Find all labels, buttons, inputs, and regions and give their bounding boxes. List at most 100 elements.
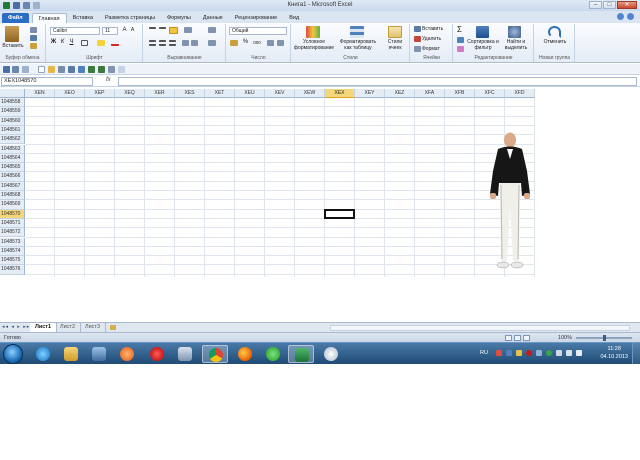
sort-filter-icon[interactable] — [476, 26, 489, 38]
column-header[interactable]: XEN — [25, 89, 55, 98]
customize-toolbar-icon[interactable] — [118, 66, 125, 73]
close-button[interactable]: ✕ — [617, 1, 637, 9]
formula-input[interactable] — [118, 77, 637, 86]
row-header[interactable]: 1048560 — [0, 116, 25, 126]
open-folder-icon[interactable] — [48, 66, 55, 73]
row-header[interactable]: 1048572 — [0, 228, 25, 238]
zoom-level[interactable]: 100% — [558, 335, 572, 341]
maximize-button[interactable]: □ — [603, 1, 616, 9]
taskbar-media-player[interactable] — [114, 345, 140, 363]
orientation-icon[interactable] — [184, 27, 192, 33]
column-header[interactable]: XEX — [325, 89, 355, 98]
sort-descending-icon[interactable] — [98, 66, 105, 73]
format-painter-icon[interactable] — [30, 43, 37, 49]
undo-large-icon[interactable] — [548, 26, 561, 38]
row-header[interactable]: 1048571 — [0, 218, 25, 229]
insert-cells-icon[interactable] — [414, 26, 421, 32]
new-sheet-icon[interactable] — [105, 323, 117, 332]
underline-button[interactable]: Ч — [68, 39, 75, 46]
tray-shield-icon[interactable] — [506, 350, 512, 356]
tray-signal-icon[interactable] — [566, 350, 572, 356]
column-header[interactable]: XER — [145, 89, 175, 98]
currency-icon[interactable] — [230, 40, 238, 46]
start-button[interactable] — [3, 344, 23, 364]
align-right-icon[interactable] — [169, 40, 176, 46]
sort-filter-button[interactable]: Сортировка и фильтр — [467, 39, 499, 51]
taskbar-opera[interactable] — [144, 345, 170, 363]
increase-decimal-icon[interactable] — [267, 40, 274, 46]
increase-indent-icon[interactable] — [191, 40, 198, 46]
tab-view[interactable]: Вид — [283, 13, 305, 23]
taskbar-settings[interactable] — [172, 345, 198, 363]
tab-data[interactable]: Данные — [197, 13, 229, 23]
taskbar-mail[interactable] — [260, 345, 286, 363]
horizontal-scrollbar[interactable] — [330, 325, 630, 331]
row-header[interactable]: 1048566 — [0, 172, 25, 182]
row-header[interactable]: 1048569 — [0, 200, 25, 210]
format-as-table-icon[interactable] — [350, 26, 364, 38]
align-bottom-icon[interactable] — [169, 27, 178, 34]
sheet-tab-3[interactable]: Лист3 — [80, 323, 107, 332]
format-as-table-button[interactable]: Форматировать как таблицу — [336, 39, 380, 51]
tab-file[interactable]: Файл — [2, 13, 29, 23]
tray-opera-icon[interactable] — [526, 350, 532, 356]
print-icon[interactable] — [58, 66, 65, 73]
thousands-button[interactable]: 000 — [251, 39, 263, 46]
font-name-select[interactable]: Calibri — [50, 27, 100, 35]
merge-cells-icon[interactable] — [208, 40, 216, 46]
tab-page-layout[interactable]: Разметка страницы — [99, 13, 161, 23]
tray-flag-icon[interactable] — [496, 350, 502, 356]
format-cells-icon[interactable] — [414, 46, 421, 52]
clock[interactable]: 11:28 04.10.2013 — [600, 345, 628, 361]
insert-function-button[interactable]: fx — [106, 77, 111, 83]
column-header[interactable]: XEW — [295, 89, 325, 98]
row-header[interactable]: 1048575 — [0, 256, 25, 266]
taskbar-disk[interactable] — [318, 345, 344, 363]
filter-icon[interactable] — [108, 66, 115, 73]
row-header[interactable]: 1048568 — [0, 191, 25, 201]
save-small-icon[interactable] — [3, 66, 10, 73]
row-header[interactable]: 1048573 — [0, 237, 25, 247]
row-header[interactable]: 1048564 — [0, 153, 25, 164]
tray-antivirus-icon[interactable] — [516, 350, 522, 356]
page-break-view-button[interactable] — [523, 335, 530, 341]
row-header[interactable]: 1048558 — [0, 98, 25, 108]
column-header[interactable]: XFB — [445, 89, 475, 98]
find-select-button[interactable]: Найти и выделить — [500, 39, 532, 51]
delete-cells-button[interactable]: Удалить — [422, 36, 441, 42]
taskbar-monitor[interactable] — [86, 345, 112, 363]
tray-app-icon[interactable] — [546, 350, 552, 356]
insert-cells-button[interactable]: Вставить — [422, 26, 443, 32]
spelling-icon[interactable] — [78, 66, 85, 73]
copy-icon[interactable] — [30, 35, 37, 41]
font-size-select[interactable]: 11 — [102, 27, 118, 35]
autosum-button[interactable]: Σ — [456, 26, 463, 34]
percent-button[interactable]: % — [242, 39, 249, 46]
align-top-icon[interactable] — [149, 27, 156, 33]
taskbar-explorer[interactable] — [58, 345, 84, 363]
column-header[interactable]: XEZ — [385, 89, 415, 98]
tab-review[interactable]: Рецензирование — [229, 13, 283, 23]
zoom-slider-knob[interactable] — [603, 335, 606, 341]
shrink-font-button[interactable]: A — [129, 27, 136, 34]
column-header[interactable]: XEQ — [115, 89, 145, 98]
row-header[interactable]: 1048563 — [0, 144, 25, 154]
row-header[interactable]: 1048576 — [0, 265, 25, 275]
paste-icon[interactable] — [5, 26, 19, 42]
conditional-formatting-icon[interactable] — [306, 26, 320, 38]
column-header[interactable]: XFD — [505, 89, 535, 98]
tray-volume-icon[interactable] — [556, 350, 562, 356]
row-header[interactable]: 1048565 — [0, 163, 25, 173]
help-icon[interactable] — [627, 13, 634, 20]
column-header[interactable]: XEY — [355, 89, 385, 98]
clear-icon[interactable] — [457, 46, 464, 52]
tray-speaker-icon[interactable] — [576, 350, 582, 356]
undo-button[interactable]: Отменить — [537, 39, 573, 45]
column-header[interactable]: XFA — [415, 89, 445, 98]
taskbar-ie[interactable] — [30, 345, 56, 363]
man-picture[interactable] — [486, 129, 534, 275]
undo-small-icon[interactable] — [12, 66, 19, 73]
select-all-corner[interactable] — [0, 89, 25, 98]
italic-button[interactable]: К — [59, 39, 66, 46]
decrease-indent-icon[interactable] — [182, 40, 189, 46]
